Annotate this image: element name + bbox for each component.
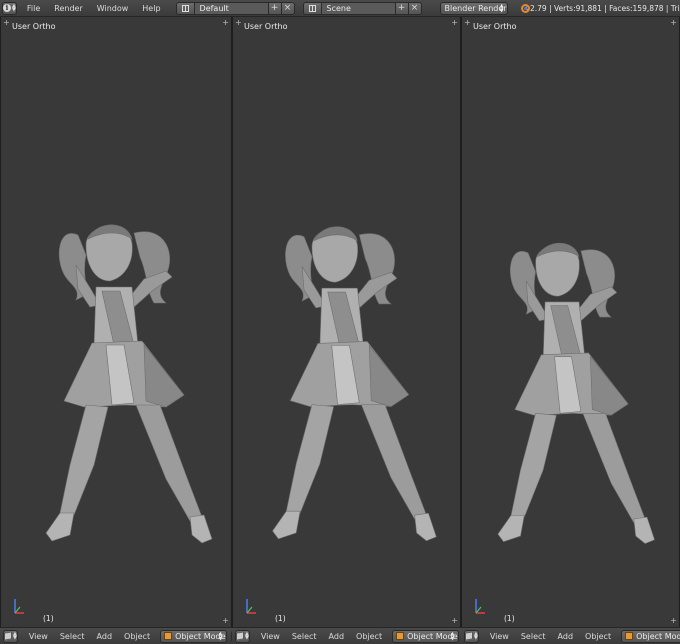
menu-add[interactable]: Add xyxy=(552,632,580,641)
add-layout-button[interactable]: + xyxy=(268,1,282,15)
area-split-corner-icon[interactable]: + xyxy=(222,19,229,27)
menu-help[interactable]: Help xyxy=(135,4,167,13)
mesh-part xyxy=(59,404,109,516)
menu-window[interactable]: Window xyxy=(90,4,136,13)
mesh-part xyxy=(360,404,427,520)
axis-gizmo-icon xyxy=(475,599,485,614)
menu-view[interactable]: View xyxy=(255,632,286,641)
area-split-corner-icon[interactable]: + xyxy=(451,19,458,27)
menu-object[interactable]: Object xyxy=(579,632,617,641)
chevron-updown-icon: ▲ ▼ xyxy=(245,631,249,641)
chevron-updown-icon: ▲ ▼ xyxy=(450,630,455,642)
editor-type-selector[interactable]: ▲ ▼ xyxy=(3,629,18,643)
mesh-part xyxy=(45,512,75,542)
character-model[interactable] xyxy=(1,195,232,555)
scene-name[interactable]: Scene xyxy=(321,1,396,15)
remove-scene-button[interactable]: × xyxy=(408,1,422,15)
interaction-mode-select[interactable]: Object Mode ▲▼ xyxy=(621,629,680,643)
menu-add[interactable]: Add xyxy=(91,632,119,641)
editor-type-selector[interactable]: i ▲ ▼ xyxy=(2,1,17,15)
view-label: User Ortho xyxy=(12,22,56,31)
mesh-part xyxy=(582,413,646,524)
3d-viewport-3[interactable]: User Ortho + + + (1) xyxy=(461,17,680,627)
menu-view[interactable]: View xyxy=(484,632,515,641)
add-scene-button[interactable]: + xyxy=(395,1,409,15)
view-label: User Ortho xyxy=(244,22,288,31)
area-split-corner-icon[interactable]: + xyxy=(670,19,677,27)
screen-layout-selector: Default + × xyxy=(175,1,295,15)
3d-viewport-2[interactable]: User Ortho + + + (1) xyxy=(232,17,461,627)
info-header: i ▲ ▼ File Render Window Help Default + ×… xyxy=(0,0,680,17)
editor-type-selector[interactable]: ▲ ▼ xyxy=(464,629,479,643)
interaction-mode-select[interactable]: Object Mode ▲▼ xyxy=(392,629,459,643)
menu-file[interactable]: File xyxy=(23,4,47,13)
render-engine-label: Blender Render xyxy=(444,3,507,13)
scene-selector: Scene + × xyxy=(302,1,422,15)
menu-object[interactable]: Object xyxy=(350,632,388,641)
area-split-corner-icon[interactable]: + xyxy=(451,617,458,625)
screen-layout-name[interactable]: Default xyxy=(194,1,269,15)
render-engine-select[interactable]: Blender Render ▲ ▼ xyxy=(439,1,508,15)
mesh-part xyxy=(368,344,410,407)
chevron-updown-icon: ▲ ▼ xyxy=(12,3,16,13)
mesh-part xyxy=(285,404,335,514)
mesh-part xyxy=(510,413,557,518)
mesh-part xyxy=(590,355,629,416)
character-model[interactable] xyxy=(462,205,680,565)
remove-layout-button[interactable]: × xyxy=(281,1,295,15)
mesh-part xyxy=(272,510,301,540)
menu-object[interactable]: Object xyxy=(118,632,156,641)
menu-view[interactable]: View xyxy=(23,632,54,641)
mesh-part xyxy=(497,514,525,543)
3d-view-header-1: ▲ ▼ View Select Add Object Object Mode ▲ ▼ xyxy=(0,627,232,644)
axis-gizmo-icon xyxy=(14,599,24,614)
chevron-updown-icon: ▲ ▼ xyxy=(218,630,223,642)
scene-stats: v2.79 | Verts:91,881 | Faces:159,878 | T… xyxy=(525,3,680,13)
3d-view-icon xyxy=(465,631,473,641)
3d-view-header-3: ▲▼ View Select Add Object Object Mode ▲▼ xyxy=(461,627,680,644)
area-split-corner-icon[interactable]: + xyxy=(222,617,229,625)
character-model[interactable] xyxy=(233,195,461,555)
mesh-part xyxy=(633,516,655,544)
chevron-updown-icon: ▲ ▼ xyxy=(474,631,478,641)
menu-select[interactable]: Select xyxy=(286,632,323,641)
axis-gizmo-icon xyxy=(246,599,256,614)
frame-number: (1) xyxy=(504,614,515,623)
object-mode-icon xyxy=(164,632,173,640)
mode-label: Object Mode xyxy=(636,631,680,641)
menu-select[interactable]: Select xyxy=(54,632,91,641)
mesh-part xyxy=(143,344,185,408)
area-split-corner-icon[interactable]: + xyxy=(464,19,471,27)
interaction-mode-select[interactable]: Object Mode ▲▼ xyxy=(160,629,227,643)
mesh-part xyxy=(135,404,203,522)
menu-select[interactable]: Select xyxy=(515,632,552,641)
chevron-updown-icon: ▲ ▼ xyxy=(499,2,504,14)
menu-render[interactable]: Render xyxy=(47,4,89,13)
3d-view-icon xyxy=(236,631,244,641)
object-mode-icon xyxy=(396,632,405,640)
frame-number: (1) xyxy=(43,614,54,623)
editor-type-selector[interactable]: ▲ ▼ xyxy=(235,629,250,643)
3d-view-header-2: ▲ ▼ View Select Add Object Object Mode ▲ ▼ xyxy=(232,627,461,644)
area-split-corner-icon[interactable]: + xyxy=(670,617,677,625)
info-icon: i xyxy=(3,4,11,12)
frame-number: (1) xyxy=(275,614,286,623)
scene-icon[interactable] xyxy=(302,1,322,15)
menu-add[interactable]: Add xyxy=(323,632,351,641)
3d-viewport-1[interactable]: User Ortho + + + (1) xyxy=(0,17,232,627)
object-mode-icon xyxy=(625,632,634,640)
view-label: User Ortho xyxy=(473,22,517,31)
3d-view-icon xyxy=(4,631,12,641)
chevron-updown-icon: ▲ ▼ xyxy=(13,631,17,641)
mesh-part xyxy=(414,512,437,542)
area-split-corner-icon[interactable]: + xyxy=(3,19,10,27)
mesh-part xyxy=(189,514,213,544)
screen-layout-icon[interactable] xyxy=(175,1,195,15)
area-split-corner-icon[interactable]: + xyxy=(235,19,242,27)
